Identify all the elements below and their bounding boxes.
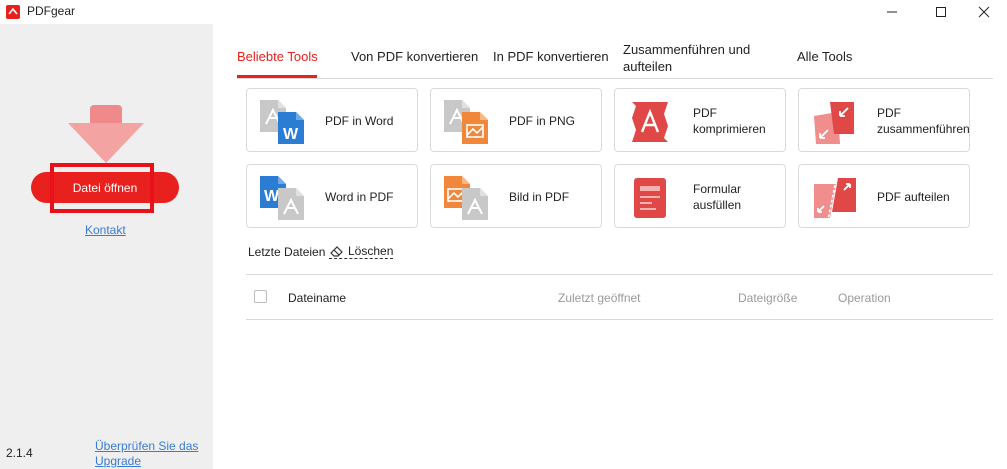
tool-compress-pdf-label-1: PDF [693,106,717,120]
svg-text:W: W [283,126,299,143]
merge-pdf-icon [814,102,854,144]
upgrade-link-line2[interactable]: Upgrade [95,454,198,469]
tool-fill-form[interactable]: Formular ausfüllen [614,164,786,228]
column-header-last-opened[interactable]: Zuletzt geöffnet [558,291,641,305]
upgrade-link-line1[interactable]: Überprüfen Sie das [95,439,198,454]
pdfgear-logo-icon [6,5,20,19]
recent-files-title: Letzte Dateien [248,245,326,259]
select-all-checkbox[interactable] [254,290,267,303]
tool-compress-pdf-label-2: komprimieren [693,122,766,136]
tool-word-to-pdf[interactable]: W Word in PDF [246,164,418,228]
tool-image-to-pdf[interactable]: Bild in PDF [430,164,602,228]
close-icon [978,6,990,18]
maximize-button[interactable] [918,0,964,24]
open-file-label: Datei öffnen [72,180,138,195]
main-panel: Beliebte Tools Von PDF konvertieren In P… [213,24,1007,469]
tab-popular-tools[interactable]: Beliebte Tools [237,48,318,65]
upgrade-link[interactable]: Überprüfen Sie das Upgrade [95,439,198,469]
contact-link[interactable]: Kontakt [85,223,126,237]
fill-form-icon [634,178,666,218]
tool-compress-pdf[interactable]: PDF komprimieren [614,88,786,152]
compress-pdf-icon [632,102,668,142]
tool-pdf-to-png[interactable]: PDF in PNG [430,88,602,152]
tool-word-to-pdf-label: Word in PDF [325,190,394,204]
svg-text:W: W [264,188,280,205]
column-header-filename[interactable]: Dateiname [288,291,346,305]
tool-merge-pdf-label-2: zusammenführen [877,122,970,136]
version-label: 2.1.4 [6,446,33,460]
tool-pdf-to-png-label: PDF in PNG [509,114,576,128]
eraser-icon [330,245,343,257]
tab-merge-split-line1: Zusammenführen und [623,42,751,57]
minimize-icon [887,11,897,13]
tool-fill-form-label-1: Formular [693,182,742,196]
split-pdf-icon [814,178,856,221]
tool-split-pdf[interactable]: PDF aufteilen [798,164,970,228]
tab-convert-to-pdf[interactable]: In PDF konvertieren [493,48,609,65]
image-to-pdf-icon [444,176,488,220]
tool-image-to-pdf-label: Bild in PDF [509,190,570,204]
tool-fill-form-label-2: ausfüllen [693,198,742,212]
tool-pdf-to-word[interactable]: W PDF in Word [246,88,418,152]
pdf-to-word-icon: W [260,100,304,144]
table-header-divider [246,319,993,320]
tabs-divider [237,78,993,79]
tab-all-tools[interactable]: Alle Tools [797,48,852,65]
tab-convert-from-pdf[interactable]: Von PDF konvertieren [351,48,478,65]
tab-merge-split-line2: aufteilen [623,59,673,74]
tool-merge-pdf-label-1: PDF [877,106,901,120]
tool-split-pdf-label: PDF aufteilen [877,190,950,204]
minimize-button[interactable] [869,0,915,24]
tool-pdf-to-word-label: PDF in Word [325,114,394,128]
open-file-button[interactable]: Datei öffnen [31,172,179,203]
close-button[interactable] [961,0,1007,24]
maximize-icon [936,7,946,17]
clear-recent-button[interactable]: Löschen [329,243,394,259]
sidebar: Datei öffnen Kontakt 2.1.4 Überprüfen Si… [0,24,213,469]
tool-merge-pdf[interactable]: PDF zusammenführen [798,88,970,152]
window-title: PDFgear [27,4,76,18]
title-bar: PDFgear [0,0,1007,24]
tab-merge-split[interactable]: Zusammenführen und aufteilen [623,41,750,75]
pdf-to-png-icon [444,100,488,144]
column-header-operation: Operation [838,291,891,305]
column-header-file-size[interactable]: Dateigröße [738,291,797,305]
clear-recent-label: Löschen [348,243,394,258]
word-to-pdf-icon: W [260,176,304,220]
table-top-divider [246,274,993,275]
